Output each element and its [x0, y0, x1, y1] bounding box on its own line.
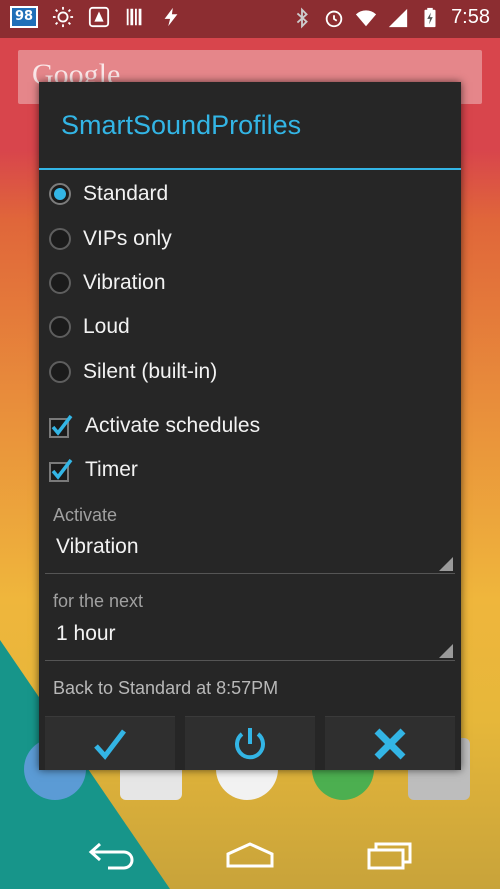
radio-button-selected[interactable] [49, 183, 71, 205]
profile-option-standard[interactable]: Standard [49, 172, 168, 216]
spinner-value: Vibration [56, 535, 139, 558]
radio-button[interactable] [49, 361, 71, 383]
profile-label: Loud [83, 315, 130, 338]
dropdown-triangle-icon [439, 557, 453, 571]
check-icon [94, 728, 126, 760]
spinner-value: 1 hour [56, 622, 116, 645]
dialog-button-bar [45, 716, 455, 770]
status-bar: 98 7:58 [0, 0, 500, 38]
activate-schedules-checkbox-row[interactable]: Activate schedules [49, 404, 260, 448]
radio-button[interactable] [49, 316, 71, 338]
confirm-button[interactable] [45, 716, 175, 770]
profile-label: VIPs only [83, 227, 172, 250]
cancel-button[interactable] [325, 716, 455, 770]
recent-apps-icon[interactable] [366, 840, 414, 870]
radio-button[interactable] [49, 228, 71, 250]
duration-spinner[interactable]: 1 hour [45, 616, 455, 661]
activate-profile-spinner[interactable]: Vibration [45, 529, 455, 574]
checkbox-checked-icon[interactable] [49, 458, 73, 482]
navigation-bar [0, 815, 500, 889]
profile-option-loud[interactable]: Loud [49, 305, 130, 349]
checkbox-label: Timer [85, 458, 138, 481]
radio-button[interactable] [49, 272, 71, 294]
flash-icon [164, 7, 178, 27]
notification-badge: 98 [10, 6, 38, 28]
profile-option-silent[interactable]: Silent (built-in) [49, 350, 217, 394]
bluetooth-icon [296, 7, 308, 28]
app-notification-icon [88, 6, 110, 28]
profile-label: Standard [83, 182, 169, 205]
dialog-title: SmartSoundProfiles [61, 110, 302, 140]
home-icon[interactable] [224, 840, 276, 870]
profile-label: Vibration [83, 271, 166, 294]
brightness-icon [52, 6, 74, 28]
power-icon [235, 727, 265, 759]
wifi-icon [355, 9, 377, 26]
signal-icon [388, 8, 408, 27]
clock: 7:58 [451, 6, 490, 28]
duration-label: for the next [53, 591, 144, 611]
profile-label: Silent (built-in) [83, 360, 218, 383]
checkbox-checked-icon[interactable] [49, 414, 73, 438]
close-icon [374, 728, 406, 759]
timer-checkbox-row[interactable]: Timer [49, 448, 138, 492]
dropdown-triangle-icon [439, 644, 453, 658]
profile-option-vips-only[interactable]: VIPs only [49, 217, 172, 261]
profile-option-vibration[interactable]: Vibration [49, 261, 166, 305]
power-button[interactable] [185, 716, 315, 770]
battery-icon [424, 7, 436, 27]
checkbox-label: Activate schedules [85, 414, 261, 437]
back-icon[interactable] [88, 840, 134, 870]
alarm-icon [325, 10, 343, 27]
title-divider [39, 168, 461, 170]
activate-label: Activate [53, 505, 118, 525]
barcode-icon [126, 8, 142, 26]
back-to-status-text: Back to Standard at 8:57PM [53, 678, 279, 698]
sound-profile-dialog: SmartSoundProfiles Standard VIPs only Vi… [39, 82, 461, 770]
